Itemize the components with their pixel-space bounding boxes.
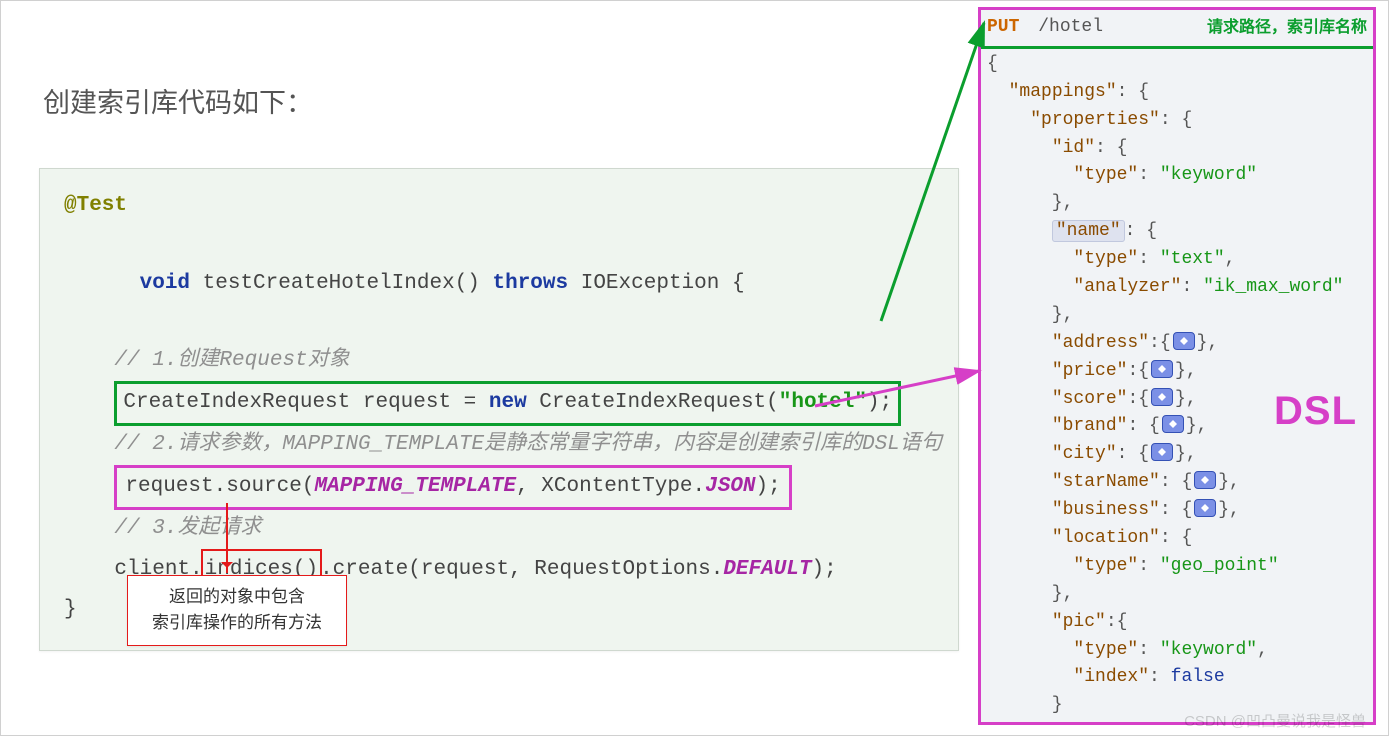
dsl-line: "analyzer": "ik_max_word" <box>987 274 1367 302</box>
comment-1: // 1.创建Request对象 <box>114 349 349 372</box>
callout-line-2: 索引库操作的所有方法 <box>134 610 340 636</box>
dsl-line: "name": { <box>987 218 1367 246</box>
http-method: PUT <box>987 17 1019 37</box>
closing-brace: } <box>64 598 77 621</box>
http-path: /hotel <box>1038 17 1103 37</box>
fold-icon[interactable] <box>1194 499 1216 517</box>
throws-type: IOException { <box>568 272 744 295</box>
fold-icon[interactable] <box>1151 360 1173 378</box>
comment-2: // 2.请求参数，MAPPING_TEMPLATE是静态常量字符串，内容是创建… <box>114 433 941 456</box>
dsl-line: "type": "geo_point" <box>987 553 1367 581</box>
dsl-line: "properties": { <box>987 107 1367 135</box>
dsl-line: "index": false <box>987 664 1367 692</box>
callout-line-1: 返回的对象中包含 <box>134 584 340 610</box>
dsl-panel: PUT /hotel 请求路径，索引库名称 { "mappings": { "p… <box>978 7 1376 725</box>
dsl-big-label: DSL <box>1274 380 1357 442</box>
fold-icon[interactable] <box>1194 471 1216 489</box>
source-line: request.source(MAPPING_TEMPLATE, XConten… <box>114 465 791 510</box>
create-request-line: CreateIndexRequest request = new CreateI… <box>114 381 901 426</box>
arrow-down-icon <box>226 503 228 573</box>
dsl-line: "mappings": { <box>987 79 1367 107</box>
dsl-line: "id": { <box>987 135 1367 163</box>
fold-icon[interactable] <box>1162 415 1184 433</box>
dsl-line: "business": {}, <box>987 497 1367 525</box>
dsl-line: "type": "keyword" <box>987 162 1367 190</box>
callout-box: 返回的对象中包含 索引库操作的所有方法 <box>127 575 347 646</box>
fold-icon[interactable] <box>1151 388 1173 406</box>
dsl-line: "type": "text", <box>987 246 1367 274</box>
dsl-line: "pic":{ <box>987 609 1367 637</box>
dsl-line: { <box>987 51 1367 79</box>
annotation: @Test <box>64 194 127 217</box>
dsl-line: "starName": {}, <box>987 469 1367 497</box>
dsl-line: "type": "keyword", <box>987 637 1367 665</box>
dsl-line: }, <box>987 190 1367 218</box>
dsl-header: PUT /hotel 请求路径，索引库名称 <box>981 10 1373 49</box>
fold-icon[interactable] <box>1173 332 1195 350</box>
dsl-line: }, <box>987 302 1367 330</box>
dsl-line: }, <box>987 581 1367 609</box>
void-kw: void <box>140 272 190 295</box>
throws-kw: throws <box>493 272 569 295</box>
dsl-line: "city": {}, <box>987 441 1367 469</box>
dsl-line: "address":{}, <box>987 330 1367 358</box>
method-name: testCreateHotelIndex() <box>190 272 492 295</box>
dsl-line: "location": { <box>987 525 1367 553</box>
section-title: 创建索引库代码如下： <box>39 81 959 120</box>
header-label: 请求路径，索引库名称 <box>1207 16 1367 41</box>
comment-3: // 3.发起请求 <box>114 517 261 540</box>
fold-icon[interactable] <box>1151 443 1173 461</box>
watermark: CSDN @凹凸曼说我是怪兽 <box>1184 710 1366 731</box>
